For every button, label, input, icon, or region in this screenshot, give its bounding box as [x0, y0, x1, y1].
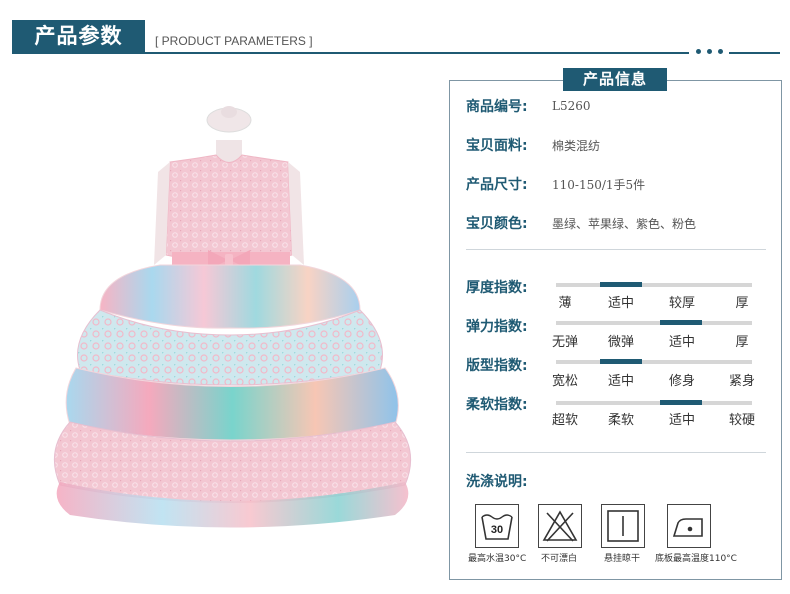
index-scale-thickness [556, 282, 752, 287]
index-option: 适中 [668, 413, 695, 428]
care-text: 底板最高温度110°C [655, 554, 737, 564]
index-option: 无弹 [551, 335, 578, 350]
info-row-sku: 商品编号: L5260 [466, 95, 591, 117]
info-value: L5260 [552, 99, 591, 113]
care-text: 最高水温30°C [468, 554, 527, 564]
index-option: 适中 [668, 335, 695, 350]
panel-title: 产品信息 [563, 68, 667, 91]
wash-temp-badge: 30 [491, 524, 503, 536]
section-subtitle: [ PRODUCT PARAMETERS ] [155, 34, 313, 48]
index-label-softness: 柔软指数: [466, 397, 528, 413]
index-marker [600, 359, 642, 364]
product-photo-dress [53, 106, 412, 528]
index-option: 修身 [668, 374, 695, 389]
index-option: 较硬 [728, 413, 755, 428]
index-scale-softness [556, 400, 752, 405]
info-label: 产品尺寸: [466, 177, 528, 193]
index-marker [660, 400, 702, 405]
decorative-dots [689, 45, 729, 57]
index-scale-elasticity [556, 320, 752, 325]
iron-110-icon [667, 504, 711, 548]
care-label: 洗涤说明: [466, 474, 528, 490]
wash-30-icon: 30 [475, 504, 519, 548]
info-value: 墨绿、苹果绿、紫色、粉色 [552, 216, 697, 231]
care-text: 悬挂晾干 [604, 554, 641, 564]
index-label-fit: 版型指数: [466, 358, 528, 374]
index-option: 宽松 [551, 374, 578, 389]
info-value: 110-150/1手5件 [552, 177, 646, 192]
info-row-fabric: 宝贝面料: 棉类混纺 [466, 134, 600, 156]
index-label-thickness: 厚度指数: [466, 280, 528, 296]
info-row-colors: 宝贝颜色: 墨绿、苹果绿、紫色、粉色 [466, 212, 696, 234]
index-option: 适中 [607, 374, 634, 389]
header-divider [12, 52, 780, 54]
index-option: 柔软 [607, 413, 634, 428]
index-option: 较厚 [668, 296, 695, 311]
panel-divider [466, 249, 766, 250]
section-title: 产品参数 [12, 20, 145, 52]
index-option: 紧身 [728, 374, 755, 389]
index-label-elasticity: 弹力指数: [466, 319, 528, 335]
info-value: 棉类混纺 [552, 138, 601, 153]
care-text: 不可漂白 [541, 554, 578, 564]
hang-dry-icon [601, 504, 645, 548]
index-marker [660, 320, 702, 325]
info-row-size: 产品尺寸: 110-150/1手5件 [466, 173, 645, 195]
index-scale-fit [556, 359, 752, 364]
no-bleach-icon [538, 504, 582, 548]
index-option: 适中 [607, 296, 634, 311]
index-option: 薄 [558, 296, 572, 311]
info-label: 宝贝面料: [466, 138, 528, 154]
index-option: 超软 [551, 413, 578, 428]
info-label: 宝贝颜色: [466, 216, 528, 232]
index-option: 厚 [735, 335, 749, 350]
index-option: 微弹 [607, 335, 634, 350]
panel-divider [466, 452, 766, 453]
index-option: 厚 [735, 296, 749, 311]
info-label: 商品编号: [466, 99, 528, 115]
index-marker [600, 282, 642, 287]
